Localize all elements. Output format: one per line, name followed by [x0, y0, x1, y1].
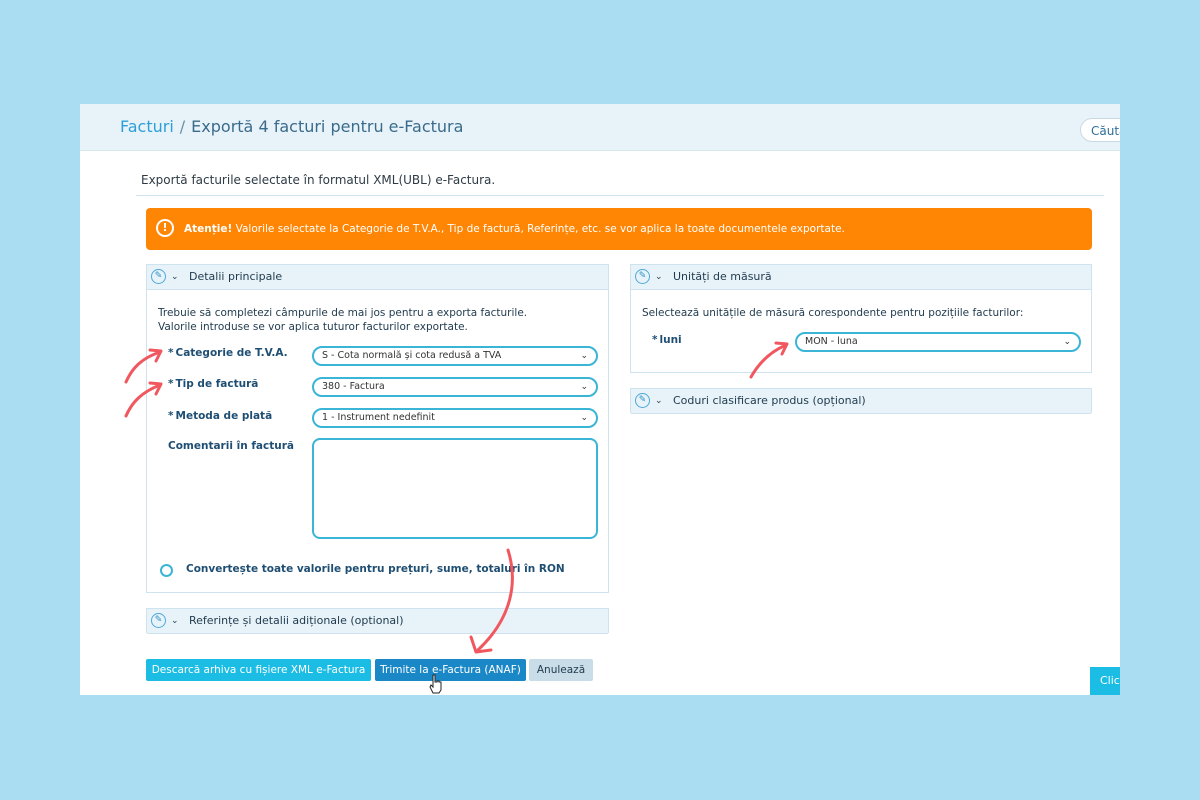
arrow-send: [476, 548, 514, 652]
annotation-arrows: [124, 341, 789, 654]
hand-cursor-icon: [429, 674, 442, 694]
arrow-type: [124, 383, 162, 418]
arrow-vat: [124, 350, 162, 384]
arrow-units: [749, 343, 788, 379]
